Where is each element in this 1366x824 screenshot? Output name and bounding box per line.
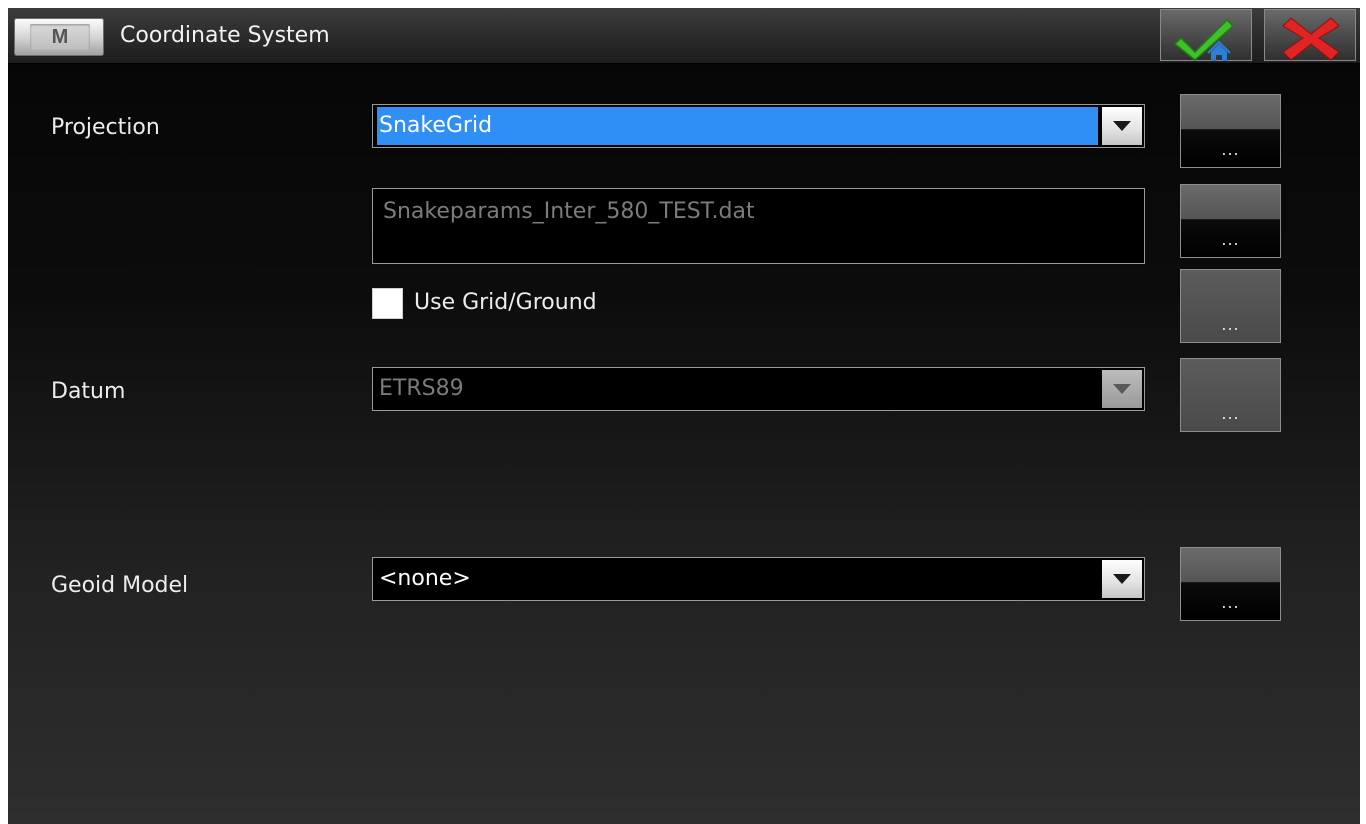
checkmark-home-icon — [1173, 18, 1235, 61]
ellipsis-label: ... — [1221, 593, 1240, 612]
chevron-down-icon[interactable] — [1102, 560, 1142, 598]
ellipsis-label: ... — [1221, 140, 1240, 159]
menu-m-icon: M — [30, 24, 90, 50]
projection-file-value: Snakeparams_Inter_580_TEST.dat — [383, 199, 755, 224]
ellipsis-label: ... — [1221, 230, 1240, 249]
chevron-down-icon[interactable] — [1102, 107, 1142, 145]
projection-value: SnakeGrid — [377, 107, 1098, 145]
accept-button[interactable] — [1160, 9, 1252, 61]
main-menu-button[interactable]: M — [14, 18, 104, 56]
ellipsis-label: ... — [1221, 404, 1240, 423]
geoid-model-dropdown[interactable]: <none> — [372, 557, 1145, 601]
chevron-down-icon[interactable] — [1102, 370, 1142, 408]
grid-ground-more-button[interactable]: ... — [1180, 269, 1281, 343]
datum-dropdown[interactable]: ETRS89 — [372, 367, 1145, 411]
datum-more-button[interactable]: ... — [1180, 358, 1281, 432]
menu-button-label: M — [51, 25, 69, 48]
title-bar: M Coordinate System — [8, 8, 1360, 64]
geoid-model-value: <none> — [379, 566, 471, 591]
ellipsis-label: ... — [1221, 315, 1240, 334]
projection-file-more-button[interactable]: ... — [1180, 184, 1281, 258]
geoid-model-more-button[interactable]: ... — [1180, 547, 1281, 621]
grid-ground-label[interactable]: Use Grid/Ground — [414, 288, 597, 318]
projection-dropdown[interactable]: SnakeGrid — [372, 104, 1145, 148]
projection-label: Projection — [51, 115, 160, 140]
red-x-icon — [1282, 17, 1340, 61]
coordinate-system-window: M Coordinate System Projection SnakeGrid… — [8, 8, 1360, 824]
datum-value: ETRS89 — [379, 376, 464, 401]
datum-label: Datum — [51, 379, 126, 404]
cancel-button[interactable] — [1264, 9, 1356, 61]
projection-more-button[interactable]: ... — [1180, 94, 1281, 168]
page-title: Coordinate System — [120, 23, 330, 48]
geoid-model-label: Geoid Model — [51, 573, 189, 598]
grid-ground-checkbox[interactable] — [372, 288, 403, 319]
projection-file-field[interactable]: Snakeparams_Inter_580_TEST.dat — [372, 188, 1145, 264]
